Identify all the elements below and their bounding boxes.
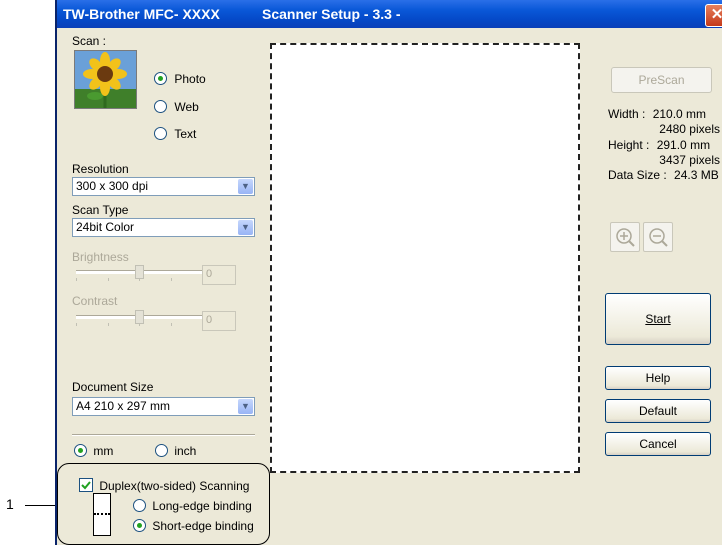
- resolution-label: Resolution: [72, 162, 129, 176]
- scan-type-select[interactable]: 24bit Color ▼: [72, 218, 255, 237]
- scan-option-text-label: Text: [174, 127, 197, 141]
- scan-type-label: Scan Type: [72, 203, 129, 217]
- default-button[interactable]: Default: [605, 399, 711, 423]
- data-size-row: Data Size : 24.3 MB: [608, 168, 719, 182]
- width-label: Width :: [608, 107, 646, 121]
- title-bar[interactable]: TW-Brother MFC- XXXX Scanner Setup - 3.3…: [57, 0, 722, 28]
- start-button-label: Start: [645, 312, 671, 326]
- height-mm: 291.0 mm: [656, 138, 711, 152]
- tick: [171, 278, 172, 281]
- radio-short-edge[interactable]: [133, 519, 146, 532]
- brightness-thumb[interactable]: [135, 265, 144, 279]
- resolution-value: 300 x 300 dpi: [76, 179, 149, 193]
- duplex-checkbox[interactable]: Duplex(two-sided) Scanning: [79, 478, 249, 493]
- zoom-in-button[interactable]: [610, 222, 640, 252]
- tick: [139, 278, 140, 281]
- binding-icon: [93, 493, 111, 536]
- brightness-slider[interactable]: [72, 264, 207, 286]
- sunflower-photo-icon: [74, 50, 137, 109]
- scan-option-photo-label: Photo: [174, 72, 206, 86]
- callout-number: 1: [6, 496, 14, 512]
- brightness-label: Brightness: [72, 250, 129, 264]
- unit-option-inch-label: inch: [174, 444, 197, 458]
- contrast-value[interactable]: 0: [202, 311, 236, 331]
- duplex-group: Duplex(two-sided) Scanning Long-edge bin…: [57, 463, 270, 545]
- scan-label: Scan :: [72, 34, 107, 48]
- contrast-label: Contrast: [72, 294, 118, 308]
- binding-option-long[interactable]: Long-edge binding: [133, 499, 252, 513]
- data-size-value: 24.3 MB: [674, 168, 719, 182]
- binding-fold-line: [94, 513, 110, 515]
- tick: [108, 323, 109, 326]
- start-button[interactable]: Start: [605, 293, 711, 345]
- radio-text[interactable]: [154, 127, 167, 140]
- tick: [108, 278, 109, 281]
- height-row: Height : 291.0 mm: [608, 138, 710, 152]
- scanner-setup-window: TW-Brother MFC- XXXX Scanner Setup - 3.3…: [55, 0, 722, 545]
- unit-option-mm[interactable]: mm: [74, 444, 113, 458]
- scan-option-web[interactable]: Web: [154, 100, 199, 114]
- cancel-button[interactable]: Cancel: [605, 432, 711, 456]
- contrast-thumb[interactable]: [135, 310, 144, 324]
- help-button[interactable]: Help: [605, 366, 711, 390]
- app-title: TW-Brother MFC- XXXX: [63, 6, 220, 22]
- height-pixels: 3437 pixels: [659, 153, 720, 167]
- chevron-down-icon[interactable]: ▼: [238, 399, 253, 414]
- unit-option-mm-label: mm: [93, 444, 114, 458]
- binding-option-long-label: Long-edge binding: [152, 499, 252, 513]
- height-label: Height :: [608, 138, 650, 152]
- document-size-value: A4 210 x 297 mm: [76, 399, 171, 413]
- chevron-down-icon[interactable]: ▼: [238, 179, 253, 194]
- duplex-checkbox-label: Duplex(two-sided) Scanning: [99, 479, 250, 493]
- resolution-select[interactable]: 300 x 300 dpi ▼: [72, 177, 255, 196]
- data-size-label: Data Size :: [608, 168, 667, 182]
- width-mm: 210.0 mm: [652, 107, 707, 121]
- scan-option-text[interactable]: Text: [154, 127, 196, 141]
- scan-option-web-label: Web: [174, 100, 199, 114]
- unit-option-inch[interactable]: inch: [155, 444, 196, 458]
- dialog-title: Scanner Setup - 3.3 -: [262, 6, 401, 22]
- radio-web[interactable]: [154, 100, 167, 113]
- radio-long-edge[interactable]: [133, 499, 146, 512]
- tick: [76, 278, 77, 281]
- document-size-label: Document Size: [72, 380, 154, 394]
- chevron-down-icon[interactable]: ▼: [238, 220, 253, 235]
- close-icon: ✕: [710, 6, 722, 23]
- binding-option-short[interactable]: Short-edge binding: [133, 519, 254, 533]
- scan-preview-area[interactable]: [270, 43, 580, 473]
- scan-option-photo[interactable]: Photo: [154, 72, 206, 86]
- check-icon: [81, 481, 91, 490]
- scan-type-value: 24bit Color: [76, 220, 135, 234]
- close-button[interactable]: ✕: [705, 4, 722, 27]
- zoom-in-icon: [616, 228, 635, 247]
- zoom-out-button[interactable]: [643, 222, 673, 252]
- tick: [139, 323, 140, 326]
- duplex-checkbox-box[interactable]: [79, 478, 93, 492]
- tick: [76, 323, 77, 326]
- tick: [171, 323, 172, 326]
- zoom-out-icon: [649, 228, 668, 247]
- radio-mm[interactable]: [74, 444, 87, 457]
- prescan-button[interactable]: PreScan: [611, 67, 712, 93]
- contrast-slider[interactable]: [72, 309, 207, 331]
- separator: [72, 434, 255, 436]
- width-pixels: 2480 pixels: [659, 122, 720, 136]
- width-row: Width : 210.0 mm: [608, 107, 706, 121]
- radio-photo[interactable]: [154, 72, 167, 85]
- brightness-value[interactable]: 0: [202, 265, 236, 285]
- document-size-select[interactable]: A4 210 x 297 mm ▼: [72, 397, 255, 416]
- radio-inch[interactable]: [155, 444, 168, 457]
- binding-option-short-label: Short-edge binding: [152, 519, 254, 533]
